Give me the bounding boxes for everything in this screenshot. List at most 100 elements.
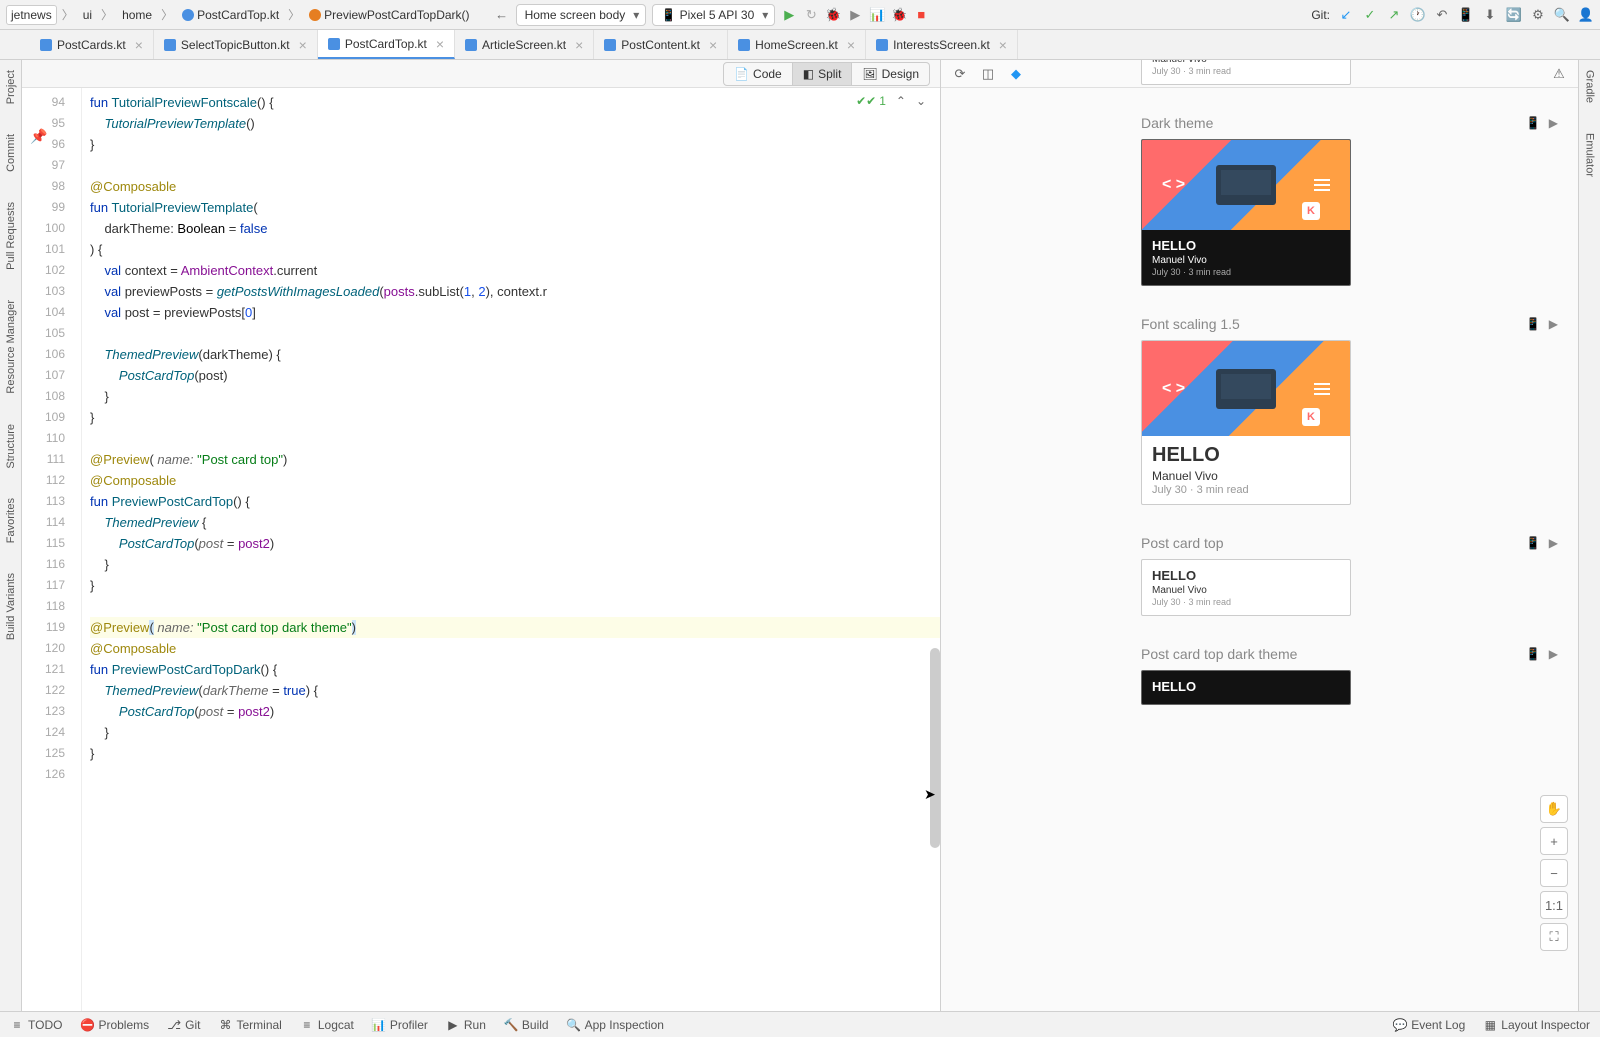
status-bar-item[interactable]: ≡Logcat: [300, 1018, 354, 1032]
tool-window-tab[interactable]: Resource Manager: [5, 300, 17, 394]
preview-card[interactable]: HELLOManuel VivoJuly 30 · 3 min read: [1141, 559, 1351, 616]
tool-window-tab[interactable]: Emulator: [1584, 133, 1596, 177]
status-bar-item[interactable]: 📊Profiler: [372, 1018, 428, 1032]
status-bar-item[interactable]: 💬Event Log: [1393, 1018, 1465, 1032]
apply-changes-icon[interactable]: ↻: [803, 7, 819, 23]
file-tab[interactable]: HomeScreen.kt×: [728, 30, 866, 59]
status-bar-item[interactable]: ▦Layout Inspector: [1483, 1018, 1590, 1032]
interactive-preview-icon[interactable]: ▶: [1549, 317, 1558, 331]
tool-window-tab[interactable]: Gradle: [1584, 70, 1596, 103]
preview-card[interactable]: HELLO: [1141, 670, 1351, 705]
status-bar-item[interactable]: ⎇Git: [167, 1018, 200, 1032]
status-bar-item[interactable]: ≡TODO: [10, 1018, 62, 1032]
zoom-button[interactable]: ⛶: [1540, 923, 1568, 951]
file-tab[interactable]: SelectTopicButton.kt×: [154, 30, 318, 59]
coverage-icon[interactable]: ▶: [847, 7, 863, 23]
back-icon[interactable]: ←: [494, 7, 510, 23]
interactive-preview-icon[interactable]: ▶: [1549, 647, 1558, 661]
tool-window-tab[interactable]: Structure: [5, 424, 17, 469]
run-icon[interactable]: ▶: [781, 7, 797, 23]
status-bar-item[interactable]: ▶Run: [446, 1018, 486, 1032]
zoom-button[interactable]: −: [1540, 859, 1568, 887]
git-revert-icon[interactable]: ↶: [1434, 7, 1450, 23]
interactive-preview-icon[interactable]: ▶: [1549, 116, 1558, 130]
file-tab[interactable]: PostCardTop.kt ×: [318, 30, 455, 59]
close-tab-icon[interactable]: ×: [847, 37, 855, 53]
file-tab[interactable]: PostCards.kt ×: [30, 30, 154, 59]
status-bar-item[interactable]: 🔍App Inspection: [567, 1018, 664, 1032]
interactive-preview-icon[interactable]: ▶: [1549, 536, 1558, 550]
code-area[interactable]: fun TutorialPreviewFontscale() { Tutoria…: [82, 88, 940, 1011]
tool-window-tab[interactable]: Commit: [5, 134, 17, 172]
zoom-controls: ✋ + − 1:1 ⛶: [1540, 795, 1568, 951]
close-tab-icon[interactable]: ×: [999, 37, 1007, 53]
file-tab[interactable]: InterestsScreen.kt ×: [866, 30, 1018, 59]
file-tab-label: PostCardTop.kt: [345, 37, 427, 51]
deploy-preview-icon[interactable]: 📱: [1526, 647, 1541, 661]
git-commit-icon[interactable]: ✓: [1362, 7, 1378, 23]
deploy-preview-icon[interactable]: 📱: [1526, 536, 1541, 550]
zoom-button[interactable]: ✋: [1540, 795, 1568, 823]
tool-window-tab[interactable]: Pull Requests: [5, 202, 17, 270]
tool-window-tab[interactable]: Favorites: [5, 498, 17, 543]
breadcrumb-function[interactable]: PreviewPostCardTopDark(): [305, 6, 473, 24]
tool-window-tab[interactable]: Project: [5, 70, 17, 104]
run-config-dropdown[interactable]: Home screen body: [516, 4, 647, 26]
editor-scrollbar[interactable]: [930, 648, 940, 848]
kotlin-file-icon: [738, 39, 750, 51]
deploy-preview-icon[interactable]: 📱: [1526, 317, 1541, 331]
kotlin-file-icon: [465, 39, 477, 51]
file-tab[interactable]: ArticleScreen.kt×: [455, 30, 594, 59]
view-mode-split[interactable]: ◧ Split: [793, 62, 853, 86]
zoom-button[interactable]: +: [1540, 827, 1568, 855]
line-gutter: 9495969798991001011021031041051061071081…: [22, 88, 82, 1011]
git-history-icon[interactable]: 🕐: [1410, 7, 1426, 23]
close-tab-icon[interactable]: ×: [575, 37, 583, 53]
breadcrumb-item[interactable]: ui: [79, 6, 96, 24]
git-push-icon[interactable]: ↗: [1386, 7, 1402, 23]
card-image: < >K: [1142, 341, 1350, 436]
preview-label: Dark theme📱▶: [1141, 115, 1578, 131]
close-tab-icon[interactable]: ×: [299, 37, 307, 53]
view-mode-design[interactable]: 🖼 Design: [852, 62, 930, 86]
status-bar-item[interactable]: ⛔Problems: [80, 1018, 149, 1032]
preview-label: Post card top📱▶: [1141, 535, 1578, 551]
tool-window-tab[interactable]: Build Variants: [5, 573, 17, 640]
prev-highlight-icon[interactable]: ⌃: [896, 94, 906, 108]
inspection-widget[interactable]: ✔︎✔︎ 1 ⌃ ⌄: [856, 94, 926, 108]
settings-icon[interactable]: ⚙: [1530, 7, 1546, 23]
status-bar-item[interactable]: ⌘Terminal: [218, 1018, 281, 1032]
search-icon[interactable]: 🔍: [1554, 7, 1570, 23]
zoom-button[interactable]: 1:1: [1540, 891, 1568, 919]
preview-card[interactable]: < >KHELLOManuel VivoJuly 30 · 3 min read: [1141, 139, 1351, 286]
preview-card[interactable]: < >KHELLOManuel VivoJuly 30 · 3 min read: [1141, 340, 1351, 505]
device-dropdown[interactable]: 📱 Pixel 5 API 30: [652, 4, 775, 26]
preview-card[interactable]: HELLOManuel VivoJuly 30 · 3 min read: [1141, 60, 1351, 85]
file-tab-label: PostCards.kt: [57, 38, 126, 52]
breadcrumb-item[interactable]: home: [118, 6, 156, 24]
deploy-preview-icon[interactable]: 📱: [1526, 116, 1541, 130]
file-tab-label: InterestsScreen.kt: [893, 38, 990, 52]
sync-icon[interactable]: 🔄: [1506, 7, 1522, 23]
profile-icon[interactable]: 📊: [869, 7, 885, 23]
stop-icon[interactable]: ■: [913, 7, 929, 23]
attach-debugger-icon[interactable]: 🐞: [891, 7, 907, 23]
sdk-manager-icon[interactable]: ⬇: [1482, 7, 1498, 23]
card-meta: July 30 · 3 min read: [1152, 66, 1340, 76]
left-tool-strip: Project Commit Pull Requests Resource Manag…: [0, 60, 22, 1011]
user-icon[interactable]: 👤: [1578, 7, 1594, 23]
next-highlight-icon[interactable]: ⌄: [916, 94, 926, 108]
breadcrumb-file[interactable]: PostCardTop.kt: [178, 6, 283, 24]
debug-icon[interactable]: 🐞: [825, 7, 841, 23]
git-update-icon[interactable]: ↙: [1338, 7, 1354, 23]
view-mode-code[interactable]: 📄 Code: [723, 62, 793, 86]
file-tab[interactable]: PostContent.kt×: [594, 30, 728, 59]
close-tab-icon[interactable]: ×: [709, 37, 717, 53]
pin-icon[interactable]: 📌: [30, 128, 47, 145]
status-bar-item[interactable]: 🔨Build: [504, 1018, 549, 1032]
avd-manager-icon[interactable]: 📱: [1458, 7, 1474, 23]
close-tab-icon[interactable]: ×: [436, 36, 444, 52]
close-tab-icon[interactable]: ×: [135, 37, 143, 53]
preview-surface[interactable]: HELLOManuel VivoJuly 30 · 3 min readDark…: [941, 88, 1578, 1011]
breadcrumb-root[interactable]: jetnews: [6, 5, 57, 25]
